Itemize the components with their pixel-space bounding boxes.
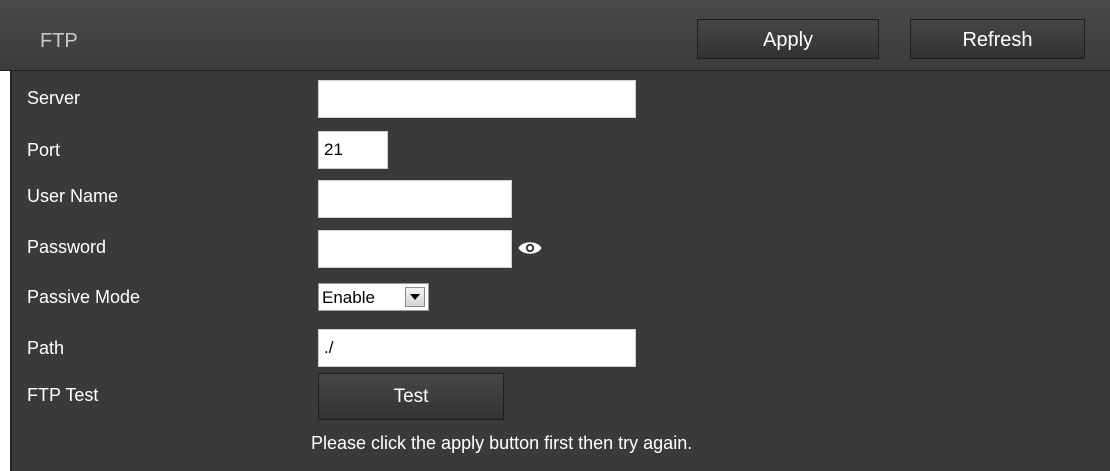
path-input[interactable] [318, 329, 636, 367]
password-input[interactable] [318, 230, 512, 268]
passive-mode-label: Passive Mode [27, 287, 141, 307]
port-label: Port [27, 140, 61, 160]
form-layer: Server Port User Name Password Passive M… [0, 0, 1110, 471]
server-label: Server [27, 88, 81, 108]
ftp-test-label: FTP Test [27, 385, 99, 405]
passive-mode-select[interactable]: Enable [318, 283, 429, 311]
port-input[interactable] [318, 131, 388, 169]
passive-mode-value: Enable [322, 288, 375, 307]
eye-icon[interactable] [518, 240, 542, 256]
form-body [10, 71, 1110, 471]
password-label: Password [27, 237, 107, 257]
path-label: Path [27, 338, 65, 358]
test-button[interactable]: Test [318, 373, 504, 420]
server-input[interactable] [318, 80, 636, 118]
status-message: Please click the apply button first then… [311, 433, 693, 453]
user-name-input[interactable] [318, 180, 512, 218]
user-name-label: User Name [27, 186, 119, 206]
chevron-down-icon[interactable] [405, 287, 425, 307]
